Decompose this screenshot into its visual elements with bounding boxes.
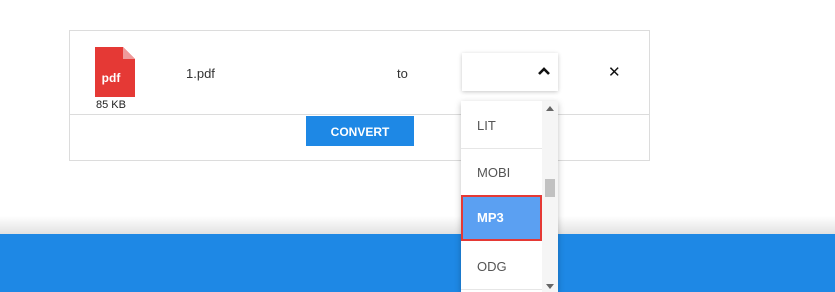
dropdown-option-odg[interactable]: ODG (461, 244, 542, 290)
convert-button[interactable]: CONVERT (306, 116, 414, 146)
scroll-down-icon[interactable] (546, 284, 554, 289)
scroll-thumb[interactable] (545, 179, 555, 197)
dropdown-scrollbar[interactable] (542, 101, 558, 292)
dropdown-option-mp3[interactable]: MP3 (461, 195, 542, 241)
file-size: 85 KB (96, 99, 126, 111)
remove-file-button[interactable]: ✕ (608, 63, 621, 81)
pdf-icon-label: pdf (101, 71, 121, 85)
chevron-up-icon (538, 67, 550, 75)
file-card: pdf 85 KB 1.pdf to ✕ CONVERT (69, 30, 650, 161)
dropdown-option-mobi[interactable]: MOBI (461, 150, 542, 196)
card-divider (70, 114, 649, 115)
file-name: 1.pdf (186, 66, 215, 81)
pdf-file-icon: pdf (95, 47, 135, 97)
page-divider-shadow (0, 216, 835, 234)
format-dropdown-list[interactable]: LIT MOBI MP3 ODG (461, 101, 558, 292)
dropdown-option-lit[interactable]: LIT (461, 103, 542, 149)
scroll-up-icon[interactable] (546, 106, 554, 111)
format-select[interactable] (462, 53, 558, 91)
footer-band (0, 234, 835, 292)
to-label: to (397, 66, 408, 81)
